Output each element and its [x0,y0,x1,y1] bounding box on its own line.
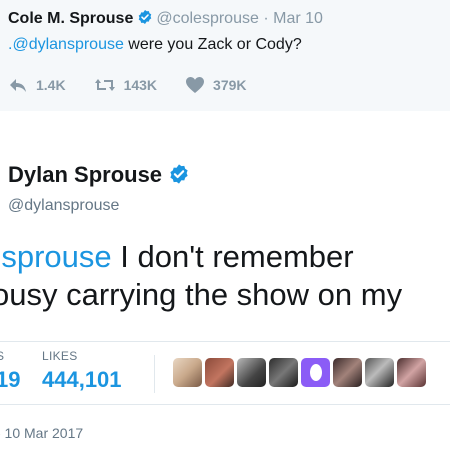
retweet-count: 143K [123,77,158,93]
retweet-button[interactable]: 143K [94,77,157,93]
tweet-actions: 1.4K 143K 379K [8,74,275,96]
divider [0,341,450,342]
tweet-text: olesprouse I don't remember ousy carryin… [0,239,450,319]
mention-link[interactable]: .@dylansprouse [8,36,124,53]
tweet-date[interactable]: Mar 10 [273,10,323,27]
tweet-text-line-2: ousy carrying the show on my [0,277,403,312]
retweets-label: S [0,349,5,363]
likes-count[interactable]: 444,101 [42,367,122,393]
author-handle[interactable]: @colesprouse [156,10,259,27]
liker-avatar[interactable] [237,358,266,387]
reply-button[interactable]: 1.4K [8,77,66,93]
liker-avatar[interactable] [269,358,298,387]
liker-avatars [173,358,429,387]
like-button[interactable]: 379K [185,76,247,94]
tweet-text-line-1: olesprouse I don't remember [0,239,354,275]
liker-avatar[interactable] [365,358,394,387]
retweet-icon [94,79,115,91]
tweet-body: were you Zack or Cody? [123,36,302,53]
author-name[interactable]: Cole M. Sprouse [8,10,133,27]
heart-icon [186,77,205,93]
tweet-text: .@dylansprouse were you Zack or Cody? [8,36,302,54]
divider [0,404,450,405]
quoted-tweet[interactable]: Cole M. Sprouse @colesprouse · Mar 10 .@d… [0,0,450,112]
verified-badge-icon [137,9,153,30]
like-count: 379K [213,77,247,93]
liker-avatar[interactable] [173,358,202,387]
liker-avatar[interactable] [397,358,426,387]
tweet-body-1: I don't remember [111,239,354,274]
likes-label: LIKES [42,349,78,363]
author-name-row: Dylan Sprouse [8,162,193,191]
reply-count: 1.4K [36,77,66,93]
retweets-count[interactable]: 19 [0,367,20,393]
tweet-timestamp[interactable]: - 10 Mar 2017 [0,425,83,441]
separator-dot: · [263,10,269,27]
main-tweet: Dylan Sprouse @dylansprouse olesprouse I… [0,111,450,450]
liker-avatar[interactable] [205,358,234,387]
liker-avatar[interactable] [333,358,362,387]
reply-icon [10,79,26,92]
liker-avatar[interactable] [301,358,330,387]
author-handle[interactable]: @dylansprouse [8,197,119,215]
author-name[interactable]: Dylan Sprouse [8,162,162,187]
verified-badge-icon [168,163,190,191]
tweet-header: Cole M. Sprouse @colesprouse · Mar 10 [8,9,323,30]
mention-link[interactable]: olesprouse [0,239,112,274]
stats-divider [154,355,155,393]
